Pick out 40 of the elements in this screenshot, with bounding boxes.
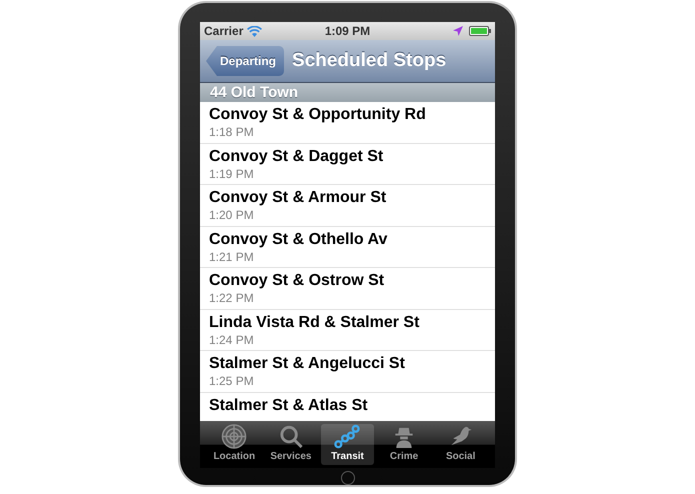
back-button[interactable]: Departing [206, 46, 284, 76]
tab-item[interactable]: Services [264, 424, 318, 465]
location-arrow-icon [453, 26, 464, 36]
route-icon [334, 424, 360, 449]
stop-time: 1:25 PM [209, 374, 255, 388]
tab-item[interactable]: Transit [321, 424, 374, 465]
stop-row[interactable]: Stalmer St & Angelucci St 1:25 PM [200, 351, 495, 392]
radar-icon [221, 424, 248, 449]
stop-row[interactable]: Convoy St & Dagget St 1:19 PM [200, 144, 495, 185]
carrier-label: Carrier [204, 24, 244, 38]
stop-time: 1:18 PM [209, 125, 255, 139]
tab-item[interactable]: Social [434, 424, 487, 465]
tab-item[interactable]: Location [208, 424, 261, 465]
stop-name: Convoy St & Armour St [209, 188, 388, 208]
stop-name: Convoy St & Othello Av [209, 230, 388, 250]
tab-item[interactable]: Crime [378, 424, 430, 465]
stop-name: Convoy St & Opportunity Rd [209, 105, 427, 125]
stop-row[interactable]: Stalmer St & Atlas St [200, 392, 495, 418]
stop-name: Stalmer St & Angelucci St [209, 354, 406, 374]
stop-time: 1:24 PM [209, 332, 255, 346]
home-button[interactable] [340, 471, 354, 485]
stop-name: Convoy St & Ostrow St [209, 271, 386, 291]
clock-label: 1:09 PM [324, 24, 370, 38]
wifi-icon [247, 26, 262, 36]
section-header: 44 Old Town [200, 83, 495, 102]
stop-row[interactable]: Convoy St & Ostrow St 1:22 PM [200, 268, 495, 310]
stop-name: Convoy St & Dagget St [209, 146, 384, 166]
stop-time: 1:22 PM [209, 291, 255, 305]
battery-icon [469, 26, 492, 36]
stop-time: 1:19 PM [209, 166, 255, 180]
stop-row[interactable]: Convoy St & Othello Av 1:21 PM [200, 226, 495, 268]
screen-title: Scheduled Stops [292, 50, 446, 72]
stop-time: 1:21 PM [209, 250, 255, 264]
search-icon [278, 424, 304, 449]
stop-row[interactable]: Convoy St & Opportunity Rd 1:18 PM [200, 102, 495, 144]
stop-time: 1:20 PM [209, 208, 255, 222]
stop-row[interactable]: Linda Vista Rd & Stalmer St 1:24 PM [200, 310, 495, 351]
stop-name: Stalmer St & Atlas St [209, 396, 369, 416]
stop-row[interactable]: Convoy St & Armour St 1:20 PM [200, 185, 495, 226]
stop-name: Linda Vista Rd & Stalmer St [209, 312, 420, 332]
